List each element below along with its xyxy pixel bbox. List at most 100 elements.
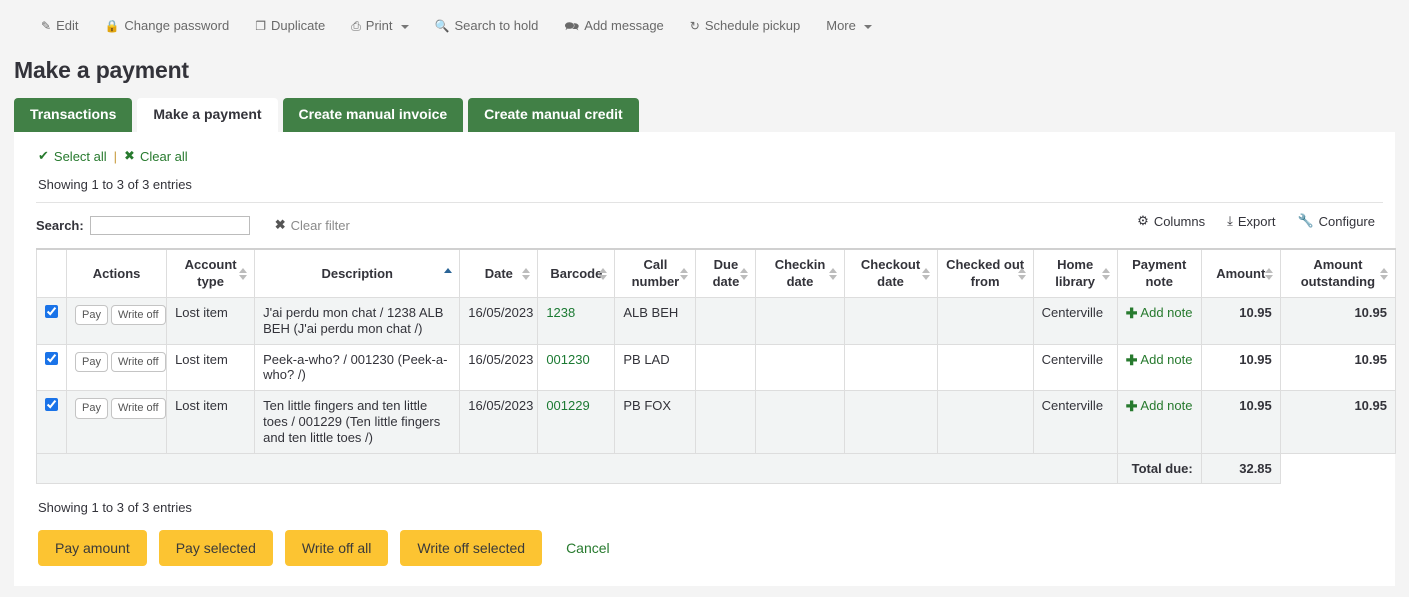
wrench-icon: 🔧 [1297,213,1313,229]
pencil-icon: ✎ [41,20,51,32]
cell-due-date [696,297,756,344]
cell-amount: 10.95 [1201,391,1280,454]
cell-checkout-date [844,297,937,344]
column-header-call-number[interactable]: Call number [615,249,696,297]
toolbar-item-label: Edit [56,18,78,33]
column-header-label: Actions [93,266,141,281]
tab-transactions[interactable]: Transactions [14,98,132,132]
column-header-amount-outstanding[interactable]: Amount outstanding [1280,249,1395,297]
toolbar-item-schedule-pickup[interactable]: ↻Schedule pickup [677,14,813,37]
write-off-all-button[interactable]: Write off all [285,530,389,566]
column-header-payment-note: Payment note [1117,249,1201,297]
pay-button[interactable]: Pay [75,305,108,325]
barcode-link[interactable]: 001229 [546,398,589,413]
toolbar-item-edit[interactable]: ✎ Edit [28,14,91,37]
select-all-link[interactable]: ✔ Select all [38,148,107,164]
printer-icon: ⎙ [351,20,361,32]
column-header-checkin-date[interactable]: Checkin date [756,249,844,297]
add-note-link[interactable]: ✚Add note [1126,398,1193,414]
cell-checkout-date [844,344,937,391]
toolbar-item-more[interactable]: More [813,14,885,37]
pay-button[interactable]: Pay [75,398,108,418]
select-all-label: Select all [54,149,107,164]
page-toolbar: ✎ Edit 🔒Change password ❐ Duplicate ⎙Print🔍Se… [0,0,1409,51]
table-tool-export[interactable]: ⤓Export [1227,213,1275,229]
pay-amount-button[interactable]: Pay amount [38,530,147,566]
row-actions-cell: PayWrite off [67,297,167,344]
column-header-checked-out-from[interactable]: Checked out from [937,249,1033,297]
write-off-button[interactable]: Write off [111,398,166,418]
cell-payment-note: ✚Add note [1117,391,1201,454]
add-note-label: Add note [1140,398,1192,414]
toolbar-item-change-password[interactable]: 🔒Change password [91,14,242,37]
accounts-table: Actions Account type Description DateBarcod… [36,248,1396,484]
row-select-checkbox[interactable] [45,305,58,318]
cell-home-library: Centerville [1033,344,1117,391]
table-tool-columns[interactable]: ⚙Columns [1137,213,1205,229]
sort-icon [522,267,531,281]
sort-icon [740,267,749,281]
toolbar-item-search-to-hold[interactable]: 🔍Search to hold [422,14,552,37]
column-header-amount[interactable]: Amount [1201,249,1280,297]
cell-checkin-date [756,344,844,391]
footer-spacer [37,453,1118,483]
barcode-link[interactable]: 001230 [546,352,589,367]
page-title: Make a payment [14,57,1409,84]
tab-create-manual-credit[interactable]: Create manual credit [468,98,639,132]
showing-entries-top: Showing 1 to 3 of 3 entries [26,164,1383,192]
column-header-barcode[interactable]: Barcode [538,249,615,297]
cell-amount-outstanding: 10.95 [1280,297,1395,344]
tab-make-a-payment[interactable]: Make a payment [137,98,277,132]
cell-account-type: Lost item [167,391,255,454]
copy-icon: ❐ [255,20,266,32]
column-header-account-type[interactable]: Account type [167,249,255,297]
pay-selected-button[interactable]: Pay selected [159,530,273,566]
gear-icon: ⚙ [1137,213,1149,229]
comment-icon: 🗪 [564,20,579,32]
row-select-checkbox[interactable] [45,398,58,411]
cell-amount-outstanding: 10.95 [1280,344,1395,391]
column-header-due-date[interactable]: Due date [696,249,756,297]
tab-bar: TransactionsMake a paymentCreate manual … [14,98,1409,132]
sort-icon [829,267,838,281]
sort-icon [1018,267,1027,281]
table-tool-configure[interactable]: 🔧Configure [1297,213,1375,229]
row-select-cell [37,344,67,391]
cell-payment-note: ✚Add note [1117,297,1201,344]
column-header-label: Description [321,266,393,281]
barcode-link[interactable]: 1238 [546,305,575,320]
cell-home-library: Centerville [1033,391,1117,454]
column-header-home-library[interactable]: Home library [1033,249,1117,297]
column-header-checkout-date[interactable]: Checkout date [844,249,937,297]
cell-payment-note: ✚Add note [1117,344,1201,391]
pay-button[interactable]: Pay [75,352,108,372]
column-header-label: Due date [713,257,740,288]
clear-all-label: Clear all [140,149,188,164]
total-due-value: 32.85 [1201,453,1280,483]
toolbar-item-label: Duplicate [271,18,325,33]
toolbar-item-print[interactable]: ⎙Print [338,14,421,37]
column-header-date[interactable]: Date [460,249,538,297]
selection-controls: ✔ Select all | ✖ Clear all [26,132,1383,164]
sort-icon [599,267,608,281]
toolbar-item-duplicate[interactable]: ❐ Duplicate [242,14,338,37]
cell-barcode: 001230 [538,344,615,391]
cancel-link[interactable]: Cancel [566,540,610,556]
column-header-description[interactable]: Description [255,249,460,297]
search-input[interactable] [90,216,250,235]
clear-all-link[interactable]: ✖ Clear all [124,148,188,164]
column-header-label: Payment note [1132,257,1186,288]
add-note-link[interactable]: ✚Add note [1126,305,1193,321]
cell-description: Ten little fingers and ten little toes /… [255,391,460,454]
add-note-link[interactable]: ✚Add note [1126,352,1193,368]
toolbar-item-add-message[interactable]: 🗪Add message [551,14,676,37]
add-note-label: Add note [1140,352,1192,368]
write-off-selected-button[interactable]: Write off selected [400,530,542,566]
write-off-button[interactable]: Write off [111,352,166,372]
row-select-checkbox[interactable] [45,352,58,365]
cell-call-number: PB LAD [615,344,696,391]
clear-filter-button[interactable]: ✖ Clear filter [275,217,350,233]
tab-create-manual-invoice[interactable]: Create manual invoice [283,98,464,132]
write-off-button[interactable]: Write off [111,305,166,325]
row-actions-cell: PayWrite off [67,344,167,391]
